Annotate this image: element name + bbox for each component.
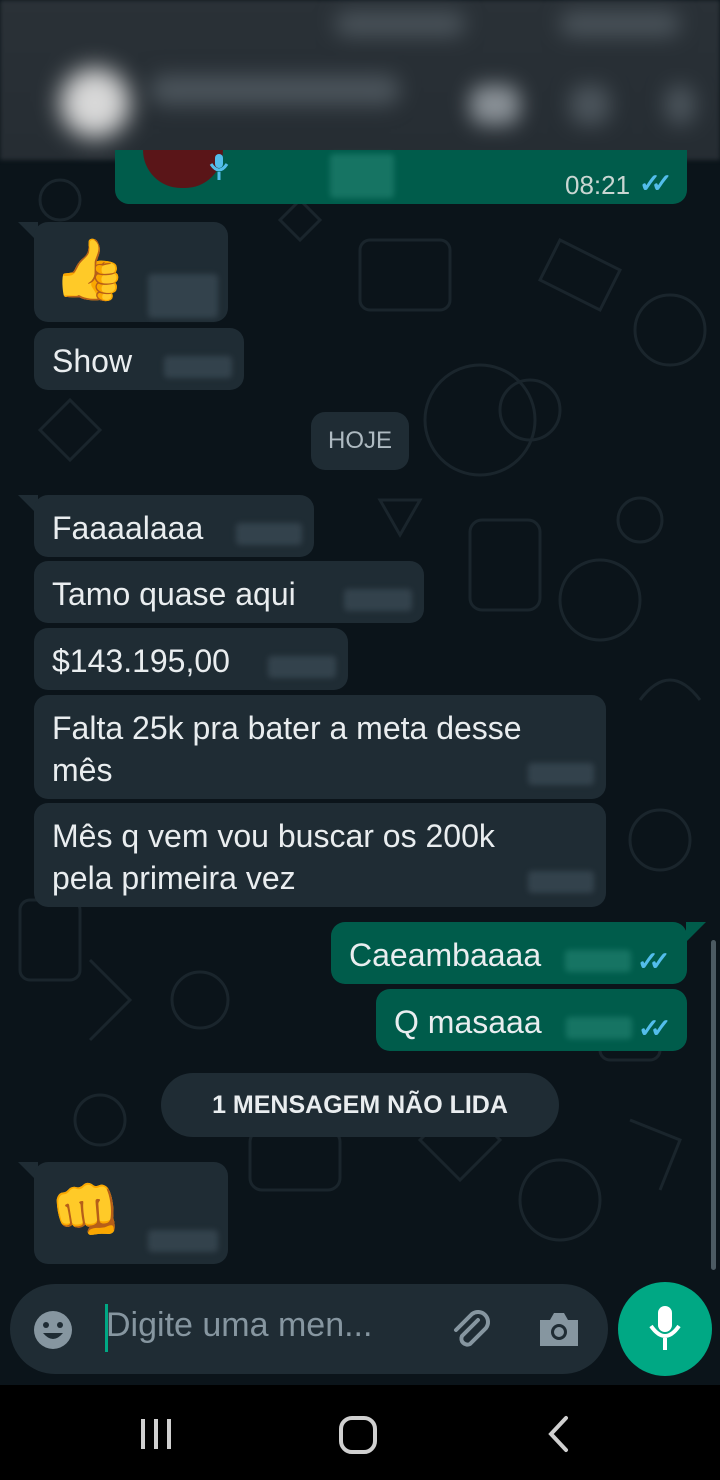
blurred-time — [528, 763, 594, 785]
message-bubble-incoming[interactable]: Mês q vem vou buscar os 200k pela primei… — [34, 803, 606, 907]
message-composer[interactable]: Digite uma men... — [10, 1284, 608, 1374]
message-input[interactable]: Digite uma men... — [106, 1306, 372, 1345]
message-time: 08:21 — [565, 170, 631, 200]
blurred-time — [148, 274, 218, 318]
voice-message-bubble[interactable]: 08:21 ✓✓ — [115, 150, 687, 204]
message-bubble-incoming[interactable]: 👊 — [34, 1162, 228, 1264]
blurred-time — [344, 589, 412, 611]
attach-icon[interactable] — [448, 1306, 494, 1352]
contact-avatar[interactable] — [60, 68, 130, 138]
status-bar-blurred — [335, 12, 465, 36]
message-bubble-incoming[interactable]: 👍 — [34, 222, 228, 322]
read-ticks-icon: ✓✓ — [638, 1013, 671, 1043]
voice-record-button[interactable] — [618, 1282, 712, 1376]
message-bubble-outgoing[interactable]: Q masaaa ✓✓ — [376, 989, 687, 1051]
date-chip-label: HOJE — [327, 427, 392, 454]
read-ticks-icon: ✓✓ — [637, 946, 670, 976]
camera-icon[interactable] — [536, 1308, 582, 1350]
blurred-region — [330, 154, 394, 198]
message-bubble-incoming[interactable]: Faaaalaaa — [34, 495, 314, 557]
blurred-time — [148, 1230, 218, 1252]
message-bubble-outgoing[interactable]: Caeambaaaa ✓✓ — [331, 922, 687, 984]
blurred-time — [236, 523, 302, 545]
recents-icon[interactable] — [138, 1417, 174, 1451]
chat-header[interactable] — [0, 0, 720, 160]
mic-icon — [649, 1306, 681, 1350]
phone-call-icon[interactable] — [570, 85, 610, 125]
back-icon[interactable] — [546, 1415, 572, 1453]
menu-icon[interactable] — [665, 85, 695, 125]
fist-bump-emoji: 👊 — [50, 1178, 123, 1243]
blurred-time — [566, 1017, 632, 1039]
home-icon[interactable] — [338, 1415, 378, 1455]
message-bubble-incoming[interactable]: $143.195,00 — [34, 628, 348, 690]
message-bubble-incoming[interactable]: Falta 25k pra bater a meta desse mês — [34, 695, 606, 799]
mic-icon — [209, 154, 229, 180]
unread-banner-label: 1 MENSAGEM NÃO LIDA — [212, 1090, 508, 1119]
emoji-icon[interactable] — [32, 1309, 74, 1351]
system-navigation-bar — [0, 1385, 720, 1480]
video-call-icon[interactable] — [470, 85, 520, 125]
chat-scrollbar[interactable] — [711, 940, 716, 1270]
blurred-time — [268, 656, 336, 678]
contact-name-blurred — [150, 75, 400, 105]
status-bar-right-blurred — [560, 12, 680, 36]
message-bubble-incoming[interactable]: Tamo quase aqui — [34, 561, 424, 623]
message-text: Falta 25k pra bater a meta desse mês — [52, 710, 522, 788]
date-chip: HOJE — [311, 412, 409, 470]
blurred-time — [164, 356, 232, 378]
blurred-time — [528, 871, 594, 893]
blurred-time — [565, 950, 631, 972]
message-text: Mês q vem vou buscar os 200k pela primei… — [52, 818, 495, 896]
bubble-tail — [686, 922, 706, 942]
message-bubble-incoming[interactable]: Show — [34, 328, 244, 390]
unread-messages-banner: 1 MENSAGEM NÃO LIDA — [161, 1073, 559, 1137]
thumbs-up-emoji: 👍 — [52, 236, 127, 303]
read-ticks-icon: ✓✓ — [639, 168, 672, 198]
